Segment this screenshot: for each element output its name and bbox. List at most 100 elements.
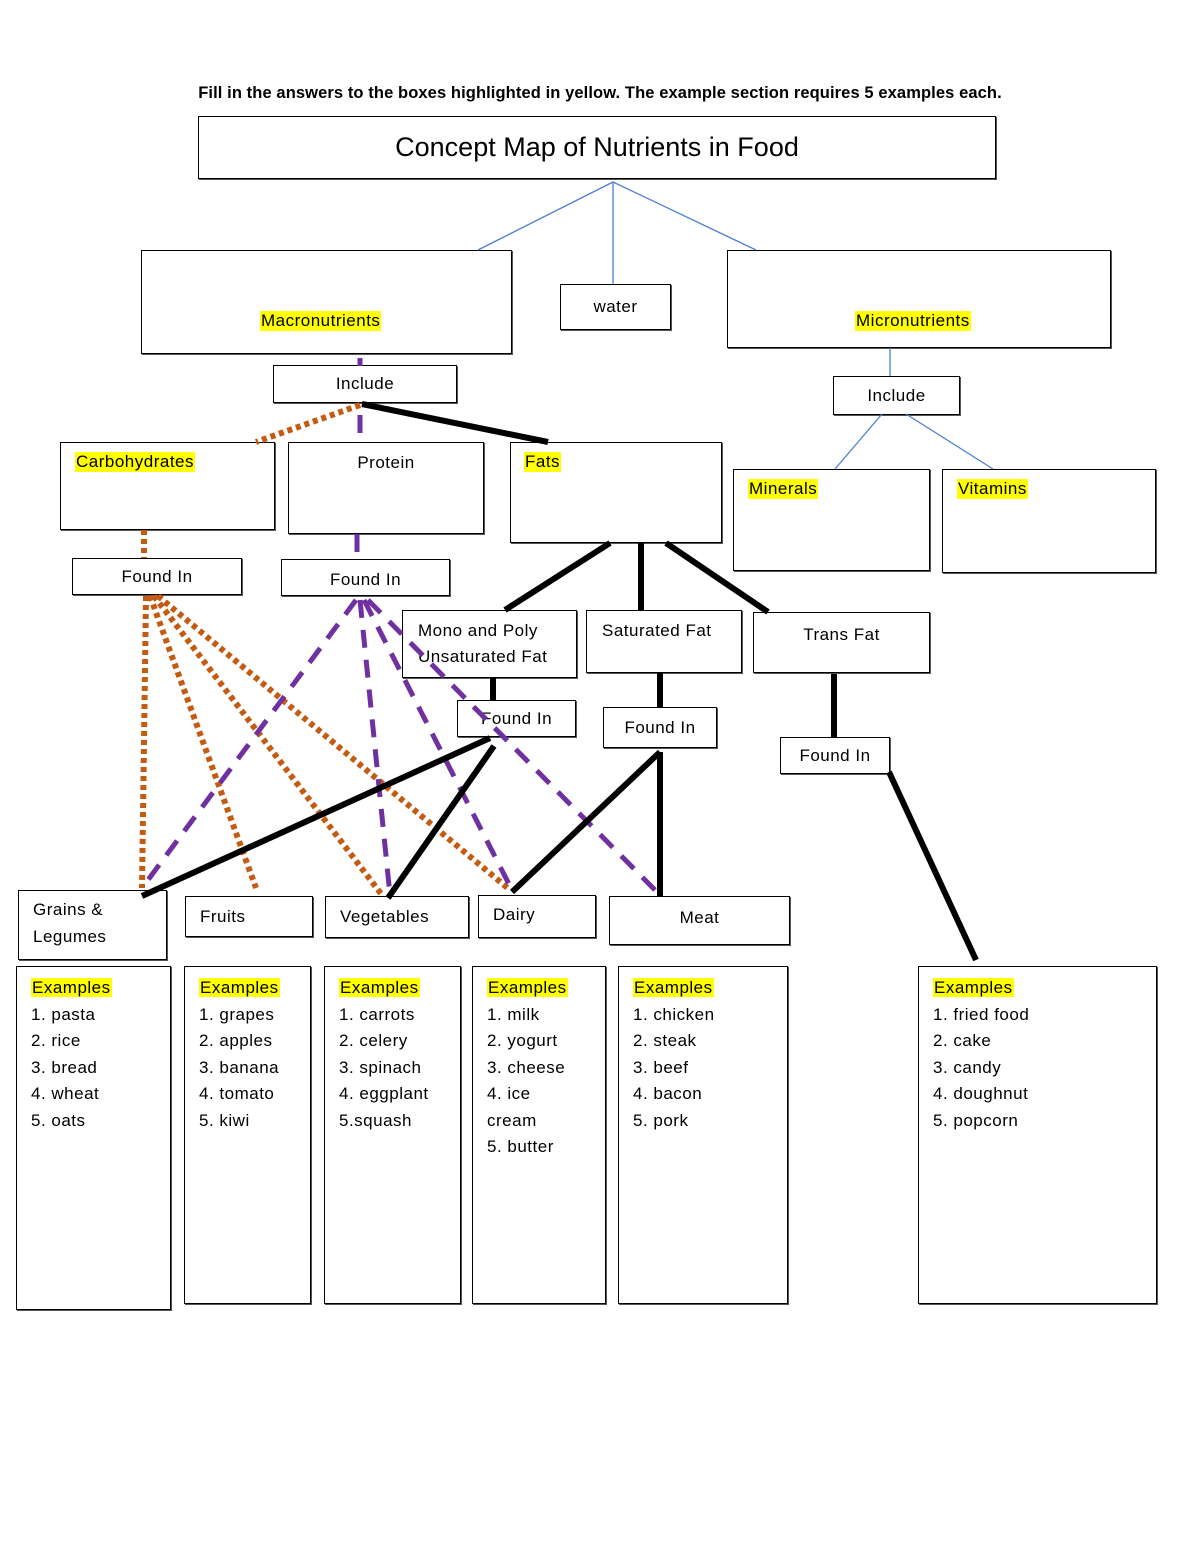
fats-label: Fats: [524, 452, 562, 472]
minerals-label: Minerals: [748, 479, 819, 499]
example-item: 1. fried food: [933, 1004, 1030, 1024]
vegetables-box: Vegetables: [325, 896, 469, 938]
unsaturated-found-in-label: Found In: [480, 708, 553, 728]
connector-unsat-grains: [140, 735, 492, 899]
trans-found-in-label: Found In: [799, 745, 871, 765]
dairy-examples-box[interactable]: Examples 1. milk 2. yogurt 3. cheese 4. …: [472, 966, 606, 1304]
connector-carbs-grains: [139, 595, 149, 889]
connector-carbs-vegetables: [151, 594, 385, 897]
unsaturated-fat-label-line2: Unsaturated Fat: [418, 647, 548, 666]
example-item: 4. bacon: [633, 1084, 703, 1103]
dairy-box: Dairy: [478, 895, 596, 938]
example-item: 3. candy: [933, 1057, 1002, 1077]
carbs-found-in-box: Found In: [72, 558, 242, 595]
examples-heading: Examples: [487, 978, 568, 997]
macronutrients-label: Macronutrients: [260, 311, 382, 331]
vegetables-label: Vegetables: [340, 907, 430, 926]
fruits-examples-box[interactable]: Examples 1. grapes 2. apples 3. banana 4…: [184, 966, 311, 1304]
connector-include-minerals: [834, 413, 883, 470]
example-item: 2. yogurt: [487, 1031, 558, 1050]
connector-protein-grains: [139, 598, 359, 890]
example-item: 5. kiwi: [199, 1110, 250, 1130]
unsaturated-fat-label-line1: Mono and Poly: [418, 621, 538, 640]
grains-label-line2: Legumes: [33, 927, 107, 946]
fruits-box: Fruits: [185, 896, 313, 937]
dairy-label: Dairy: [493, 905, 536, 924]
protein-found-in-label: Found In: [329, 569, 402, 589]
examples-heading: Examples: [339, 978, 420, 997]
trans-fat-examples-box[interactable]: Examples 1. fried food 2. cake 3. candy …: [918, 966, 1157, 1304]
carbohydrates-label: Carbohydrates: [75, 452, 196, 472]
vegetables-examples-box[interactable]: Examples 1. carrots 2. celery 3. spinach…: [324, 966, 461, 1304]
meat-examples-box[interactable]: Examples 1. chicken 2. steak 3. beef 4. …: [618, 966, 788, 1304]
connector-title-micronutrients: [612, 181, 757, 251]
connector-trans-examples: [886, 770, 979, 962]
trans-fat-box: Trans Fat: [753, 612, 930, 673]
example-item: 4. doughnut: [933, 1084, 1029, 1103]
meat-box: Meat: [609, 896, 790, 945]
connector-title-macronutrients: [477, 181, 614, 251]
trans-fat-label: Trans Fat: [803, 625, 880, 644]
carbohydrates-box[interactable]: Carbohydrates: [60, 442, 275, 530]
example-item: 1. grapes: [199, 1004, 275, 1024]
saturated-found-in-label: Found In: [624, 717, 696, 737]
example-item: 4. tomato: [199, 1084, 275, 1103]
example-item: 4. wheat: [31, 1084, 100, 1103]
trans-found-in-box: Found In: [780, 737, 890, 774]
example-item: 3. beef: [633, 1057, 689, 1077]
example-item: 5. popcorn: [933, 1110, 1019, 1130]
include-macro-label: Include: [335, 374, 395, 393]
connector-layer: [139, 181, 994, 962]
example-item: 2. steak: [633, 1031, 697, 1050]
micronutrients-label: Micronutrients: [855, 311, 971, 331]
unsaturated-fat-box: Mono and Poly Unsaturated Fat: [402, 610, 577, 678]
connector-sat-dairy: [509, 749, 663, 895]
vitamins-label: Vitamins: [957, 479, 1028, 499]
carbs-found-in-label: Found In: [121, 566, 193, 586]
connector-fats-unsaturated: [503, 540, 612, 613]
example-item: 1. pasta: [31, 1004, 96, 1024]
example-item: 5.squash: [339, 1110, 412, 1130]
grains-label-line1: Grains &: [33, 900, 104, 919]
meat-label: Meat: [679, 908, 720, 927]
example-item: 5. pork: [633, 1110, 689, 1130]
saturated-fat-box: Saturated Fat: [586, 610, 742, 673]
grains-legumes-box: Grains & Legumes: [18, 890, 167, 960]
saturated-fat-label: Saturated Fat: [602, 621, 712, 640]
macronutrients-box[interactable]: Macronutrients: [141, 250, 512, 354]
unsaturated-found-in-box: Found In: [457, 700, 576, 737]
example-item: 2. apples: [199, 1031, 273, 1050]
include-micro-box: Include: [833, 376, 960, 415]
example-item: cream: [487, 1110, 537, 1130]
vitamins-box[interactable]: Vitamins: [942, 469, 1156, 573]
example-item: 5. oats: [31, 1110, 86, 1130]
examples-heading: Examples: [199, 978, 280, 997]
example-item: 1. carrots: [339, 1004, 415, 1024]
connector-carbs-fruits: [147, 594, 259, 890]
micronutrients-box[interactable]: Micronutrients: [727, 250, 1111, 348]
connector-include-carbohydrates: [254, 402, 362, 445]
example-item: 1. chicken: [633, 1004, 715, 1024]
include-micro-label: Include: [867, 385, 926, 405]
page-title: Concept Map of Nutrients in Food: [395, 132, 799, 162]
examples-heading: Examples: [633, 978, 714, 997]
protein-box: Protein: [288, 442, 484, 534]
example-item: 3. banana: [199, 1057, 280, 1077]
example-item: 1. milk: [487, 1004, 540, 1024]
grains-examples-box[interactable]: Examples 1. pasta 2. rice 3. bread 4. wh…: [16, 966, 171, 1310]
include-macro-box: Include: [273, 365, 457, 403]
minerals-box[interactable]: Minerals: [733, 469, 930, 571]
water-label: water: [593, 297, 638, 316]
fruits-label: Fruits: [200, 907, 246, 926]
saturated-found-in-box: Found In: [603, 707, 717, 748]
connector-unsat-vegetables: [385, 744, 497, 900]
examples-heading: Examples: [31, 978, 112, 997]
example-item: 3. bread: [31, 1057, 98, 1077]
fats-box[interactable]: Fats: [510, 442, 722, 543]
example-item: 3. cheese: [487, 1057, 566, 1077]
example-item: 4. ice: [487, 1084, 531, 1103]
example-item: 3. spinach: [339, 1057, 422, 1077]
title-box: Concept Map of Nutrients in Food: [198, 116, 996, 179]
connector-include-fats: [361, 401, 549, 445]
connector-protein-vegetables: [357, 599, 393, 896]
